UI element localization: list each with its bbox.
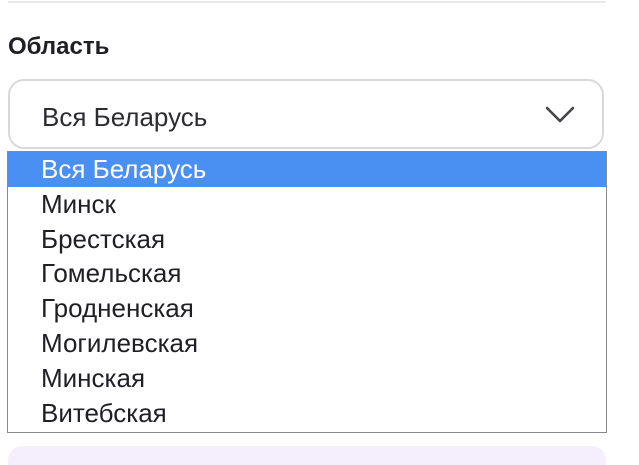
region-options-list: Вся Беларусь Минск Брестская Гомельская … (7, 151, 607, 433)
region-select[interactable]: Вся Беларусь (8, 79, 604, 149)
region-option-vitebsk[interactable]: Витебская (8, 396, 606, 431)
region-option-mogilev[interactable]: Могилевская (8, 326, 606, 361)
region-option-minsk-city[interactable]: Минск (8, 187, 606, 222)
bottom-card (8, 446, 606, 465)
chevron-down-icon (545, 106, 575, 123)
divider (8, 1, 606, 3)
region-option-minsk-region[interactable]: Минская (8, 361, 606, 396)
region-filter-page: Область Вся Беларусь Вся Беларусь Минск … (0, 0, 639, 465)
region-label: Область (8, 33, 110, 60)
region-option-grodno[interactable]: Гродненская (8, 291, 606, 326)
region-option-brest[interactable]: Брестская (8, 222, 606, 257)
region-option-all-belarus[interactable]: Вся Беларусь (8, 152, 606, 187)
region-select-value: Вся Беларусь (42, 102, 208, 132)
region-option-gomel[interactable]: Гомельская (8, 256, 606, 291)
